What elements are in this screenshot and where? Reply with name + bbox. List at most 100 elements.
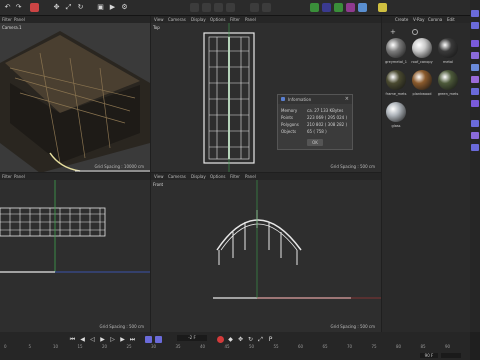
end-frame-field[interactable]: 90 F bbox=[420, 353, 438, 358]
menu-options[interactable]: Options bbox=[210, 174, 225, 179]
frame-tick: 55 bbox=[273, 344, 279, 349]
key-scale-icon[interactable]: ⤢ bbox=[257, 336, 264, 343]
next-key-icon[interactable]: ▶ bbox=[119, 336, 126, 343]
material-swatch[interactable] bbox=[386, 38, 406, 58]
close-icon[interactable]: × bbox=[345, 96, 349, 102]
menu-view[interactable]: View bbox=[154, 17, 164, 22]
menu-panel[interactable]: Panel bbox=[245, 17, 256, 22]
model-mode-icon[interactable] bbox=[190, 3, 199, 12]
loop-icon[interactable] bbox=[145, 336, 152, 343]
current-frame-field[interactable]: -2 F bbox=[177, 335, 207, 341]
key-param-icon[interactable]: P bbox=[267, 336, 274, 343]
viewport-menu: View Cameras Display Options Filter Pane… bbox=[151, 16, 381, 23]
takes-tab-icon[interactable] bbox=[471, 22, 479, 29]
structure-tab-icon[interactable] bbox=[471, 64, 479, 71]
material-label: greymetal_1 bbox=[385, 60, 407, 64]
material-swatch[interactable] bbox=[438, 38, 458, 58]
frame-tick: 85 bbox=[420, 344, 426, 349]
cube-icon[interactable] bbox=[322, 3, 331, 12]
light-icon[interactable] bbox=[378, 3, 387, 12]
layers-tab-icon[interactable] bbox=[471, 52, 479, 59]
frame-tick: 5 bbox=[28, 344, 32, 349]
points-mode-icon[interactable] bbox=[202, 3, 211, 12]
menu-corona[interactable]: Corona bbox=[428, 17, 442, 22]
search-icon[interactable] bbox=[412, 29, 418, 35]
end-frame-slider[interactable] bbox=[441, 353, 461, 358]
menu-vray[interactable]: V-Ray bbox=[413, 17, 424, 22]
material-label: glass bbox=[391, 124, 401, 128]
live-selection-icon[interactable] bbox=[30, 3, 39, 12]
nodes-icon[interactable] bbox=[471, 100, 479, 107]
deformer-icon[interactable] bbox=[346, 3, 355, 12]
redo-icon[interactable]: ↷ bbox=[14, 3, 23, 12]
main-toolbar: ↶ ↷ ✥ ⤢ ↻ ▣ ▶ ⚙ bbox=[0, 0, 480, 16]
render-settings-icon[interactable]: ⚙ bbox=[120, 3, 129, 12]
menu-panel[interactable]: Panel bbox=[14, 174, 25, 179]
menu-filter[interactable]: Filter bbox=[230, 174, 240, 179]
key-position-icon[interactable]: ✥ bbox=[237, 336, 244, 343]
content-browser-icon[interactable] bbox=[471, 76, 479, 83]
menu-filter[interactable]: Filter bbox=[2, 174, 12, 179]
autokey-icon[interactable] bbox=[155, 336, 162, 343]
coordinates-icon[interactable] bbox=[471, 88, 479, 95]
menu-panel[interactable]: Panel bbox=[14, 17, 25, 22]
prev-frame-icon[interactable]: ◁ bbox=[89, 336, 96, 343]
edges-mode-icon[interactable] bbox=[214, 3, 223, 12]
grid-icon[interactable] bbox=[471, 132, 479, 139]
menu-display[interactable]: Display bbox=[191, 17, 206, 22]
material-swatch[interactable] bbox=[438, 70, 458, 90]
menu-view[interactable]: View bbox=[154, 174, 164, 179]
workplane-icon[interactable] bbox=[262, 3, 271, 12]
frame-tick: 15 bbox=[77, 344, 83, 349]
go-end-icon[interactable]: ⏭ bbox=[129, 336, 136, 343]
spline-pen-icon[interactable] bbox=[310, 3, 319, 12]
play-icon[interactable]: ▶ bbox=[99, 336, 106, 343]
snap-icon[interactable] bbox=[250, 3, 259, 12]
next-frame-icon[interactable]: ▷ bbox=[109, 336, 116, 343]
grid-spacing-label: Grid Spacing : 10000 cm bbox=[94, 164, 144, 169]
attributes-tab-icon[interactable] bbox=[471, 40, 479, 47]
menu-create[interactable]: Create bbox=[395, 17, 408, 22]
axis-icon[interactable] bbox=[471, 144, 479, 151]
undo-icon[interactable]: ↶ bbox=[3, 3, 12, 12]
material-swatch[interactable] bbox=[412, 38, 432, 58]
prev-key-icon[interactable]: ◀ bbox=[79, 336, 86, 343]
polygons-mode-icon[interactable] bbox=[226, 3, 235, 12]
material-swatch[interactable] bbox=[412, 70, 432, 90]
add-icon[interactable]: + bbox=[390, 28, 396, 36]
frame-tick: 30 bbox=[151, 344, 157, 349]
scale-icon[interactable]: ⤢ bbox=[64, 3, 73, 12]
material-swatch[interactable] bbox=[386, 102, 406, 122]
menu-filter[interactable]: Filter bbox=[230, 17, 240, 22]
render-region-icon[interactable]: ▣ bbox=[96, 3, 105, 12]
objects-tab-icon[interactable] bbox=[471, 10, 479, 17]
menu-panel[interactable]: Panel bbox=[245, 174, 256, 179]
menu-cameras[interactable]: Cameras bbox=[168, 17, 186, 22]
front-viewport[interactable]: View Cameras Display Options Filter Pane… bbox=[151, 173, 381, 332]
frame-tick: 10 bbox=[53, 344, 59, 349]
ok-button[interactable]: OK bbox=[307, 139, 323, 146]
right-viewport[interactable]: Filter Panel Grid Spacing : 500 cm bbox=[0, 173, 150, 332]
menu-options[interactable]: Options bbox=[210, 17, 225, 22]
key-rotation-icon[interactable]: ↻ bbox=[247, 336, 254, 343]
frame-tick: 75 bbox=[371, 344, 377, 349]
material-swatch[interactable] bbox=[386, 70, 406, 90]
timeline[interactable]: 0 5 10 15 20 25 30 35 40 45 50 55 60 65 70 75 80 85 90 ⏮ ◀… bbox=[0, 332, 470, 360]
menu-cameras[interactable]: Cameras bbox=[168, 174, 186, 179]
generator-icon[interactable] bbox=[334, 3, 343, 12]
menu-display[interactable]: Display bbox=[191, 174, 206, 179]
menu-edit[interactable]: Edit bbox=[447, 17, 455, 22]
render-view-icon[interactable]: ▶ bbox=[108, 3, 117, 12]
camera-icon[interactable] bbox=[358, 3, 367, 12]
frame-tick: 45 bbox=[224, 344, 230, 349]
symmetry-icon[interactable] bbox=[471, 120, 479, 127]
perspective-viewport[interactable]: Filter Panel Camera.1 Grid Spacing : 100… bbox=[0, 16, 150, 172]
move-icon[interactable]: ✥ bbox=[52, 3, 61, 12]
rotate-icon[interactable]: ↻ bbox=[76, 3, 85, 12]
grid-spacing-label: Grid Spacing : 500 cm bbox=[99, 324, 144, 329]
keyframe-icon[interactable]: ◆ bbox=[227, 336, 234, 343]
menu-filter[interactable]: Filter bbox=[2, 17, 12, 22]
grid-spacing-label: Grid Spacing : 500 cm bbox=[330, 324, 375, 329]
record-icon[interactable] bbox=[217, 336, 224, 343]
go-start-icon[interactable]: ⏮ bbox=[69, 336, 76, 343]
